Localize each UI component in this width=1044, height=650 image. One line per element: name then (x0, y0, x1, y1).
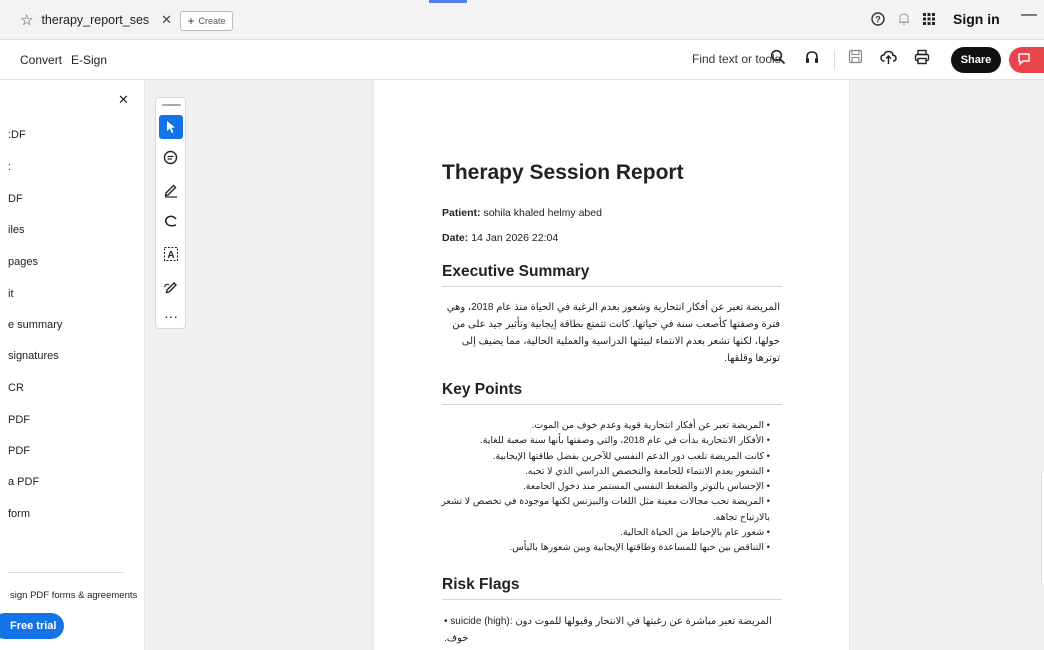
toolbar-divider (834, 50, 835, 70)
patient-label: Patient: (442, 207, 481, 219)
tools-sidebar: ✕ :DF : DF iles pages it e summary signa… (0, 80, 145, 650)
document-tab[interactable]: ☆ therapy_report_session... ✕ (0, 0, 172, 40)
sidebar-item-6[interactable]: it (8, 288, 14, 300)
date-line: Date: 14 Jan 2026 22:04 (442, 232, 558, 244)
fill-sign-icon[interactable] (159, 274, 183, 298)
executive-summary-text: المريضة تعبر عن أفكار انتحارية وشعور بعد… (446, 302, 780, 364)
sidebar-item-7[interactable]: e summary (8, 319, 62, 331)
svg-text:A: A (167, 250, 174, 261)
sidebar-item-1[interactable]: :DF (8, 129, 26, 141)
free-trial-button[interactable]: Free trial (0, 613, 64, 639)
sidebar-item-9[interactable]: CR (8, 382, 24, 394)
print-icon[interactable] (914, 49, 930, 70)
text-box-icon[interactable]: A (159, 242, 183, 266)
more-tools-icon[interactable]: ··· (159, 304, 183, 328)
save-icon[interactable] (848, 49, 863, 69)
risk-flag-label: • suicide (high): (444, 616, 513, 627)
create-label: Create (198, 16, 226, 26)
sidebar-item-8[interactable]: signatures (8, 350, 59, 362)
heading-risk-flags: Risk Flags (442, 576, 520, 593)
section-rule (442, 286, 782, 287)
tab-bar: ☆ therapy_report_session... ✕ + Create ?… (0, 0, 1044, 40)
list-item: الأفكار الانتحارية بدأت في عام 2018، وال… (440, 433, 770, 448)
find-text-tools[interactable]: Find text or tools (692, 52, 781, 66)
patient-name: sohila khaled helmy abed (483, 207, 602, 219)
sidebar-item-10[interactable]: PDF (8, 414, 30, 426)
section-rule (442, 599, 782, 600)
active-indicator (429, 0, 467, 3)
sidebar-divider (8, 572, 124, 573)
close-sidebar-icon[interactable]: ✕ (118, 92, 129, 108)
date-value: 14 Jan 2026 22:04 (471, 232, 559, 244)
sidebar-promo-text: sign PDF forms & agreements (10, 590, 138, 601)
list-item: الإحساس بالتوتر والضغط النفسي المستمر من… (440, 479, 770, 494)
sidebar-item-12[interactable]: a PDF (8, 476, 39, 488)
list-item: التناقض بين حبها للمساعدة وطاقتها الإيجا… (440, 540, 770, 555)
drag-handle[interactable] (162, 104, 181, 106)
ai-assistant-icon (1017, 52, 1031, 69)
search-icon[interactable] (770, 49, 786, 70)
section-rule (442, 404, 782, 405)
star-icon[interactable]: ☆ (20, 11, 33, 29)
patient-line: Patient: sohila khaled helmy abed (442, 207, 602, 219)
list-item: المريضة تعبر عن أفكار انتحارية قوية وعدم… (440, 418, 770, 433)
minimize-icon[interactable]: — (1021, 6, 1037, 24)
ai-assistant-button[interactable] (1009, 47, 1044, 73)
comment-tool-icon[interactable] (159, 146, 183, 170)
highlight-pen-icon[interactable] (159, 178, 183, 202)
sidebar-item-3[interactable]: DF (8, 193, 23, 205)
menu-esign[interactable]: E-Sign (71, 53, 107, 67)
svg-text:?: ? (875, 15, 881, 25)
sidebar-item-2[interactable]: : (8, 161, 11, 173)
apps-grid-icon[interactable] (922, 12, 936, 29)
main-toolbar: Convert E-Sign Find text or tools Share (0, 40, 1044, 80)
menu-convert[interactable]: Convert (20, 53, 62, 67)
sidebar-item-13[interactable]: form (8, 508, 30, 520)
list-item: شعور عام بالإحباط من الحياة الحالية. (440, 525, 770, 540)
heading-key-points: Key Points (442, 381, 523, 398)
upload-cloud-icon[interactable] (880, 49, 897, 70)
list-item: الشعور بعدم الانتماء للجامعة والتخصص الد… (440, 464, 770, 479)
close-tab-icon[interactable]: ✕ (161, 12, 172, 28)
select-tool-icon[interactable] (159, 115, 183, 139)
key-points-list: المريضة تعبر عن أفكار انتحارية قوية وعدم… (440, 418, 770, 556)
help-icon[interactable]: ? (871, 12, 885, 29)
draw-freehand-icon[interactable] (159, 210, 183, 234)
sidebar-item-5[interactable]: pages (8, 256, 38, 268)
list-item: كانت المريضة تلعب دور الدعم النفسي للآخر… (440, 449, 770, 464)
date-label: Date: (442, 232, 469, 244)
sidebar-item-4[interactable]: iles (8, 224, 25, 236)
document-title: Therapy Session Report (442, 161, 684, 184)
list-item: المريضة تحب مجالات معينة مثل اللغات والب… (440, 494, 770, 525)
heading-executive-summary: Executive Summary (442, 263, 590, 280)
share-button[interactable]: Share (951, 47, 1001, 73)
plus-icon: + (187, 14, 195, 28)
tab-title: therapy_report_session... (41, 13, 150, 27)
risk-flag-item: • suicide (high): المريضة تعبر مباشرة عن… (444, 613, 782, 647)
notification-bell-icon[interactable] (897, 12, 911, 29)
quick-tools-bar: A ··· (155, 97, 186, 329)
read-aloud-icon[interactable] (804, 49, 820, 70)
create-button[interactable]: + Create (180, 11, 233, 31)
sign-in-link[interactable]: Sign in (953, 11, 1000, 27)
sidebar-item-11[interactable]: PDF (8, 445, 30, 457)
